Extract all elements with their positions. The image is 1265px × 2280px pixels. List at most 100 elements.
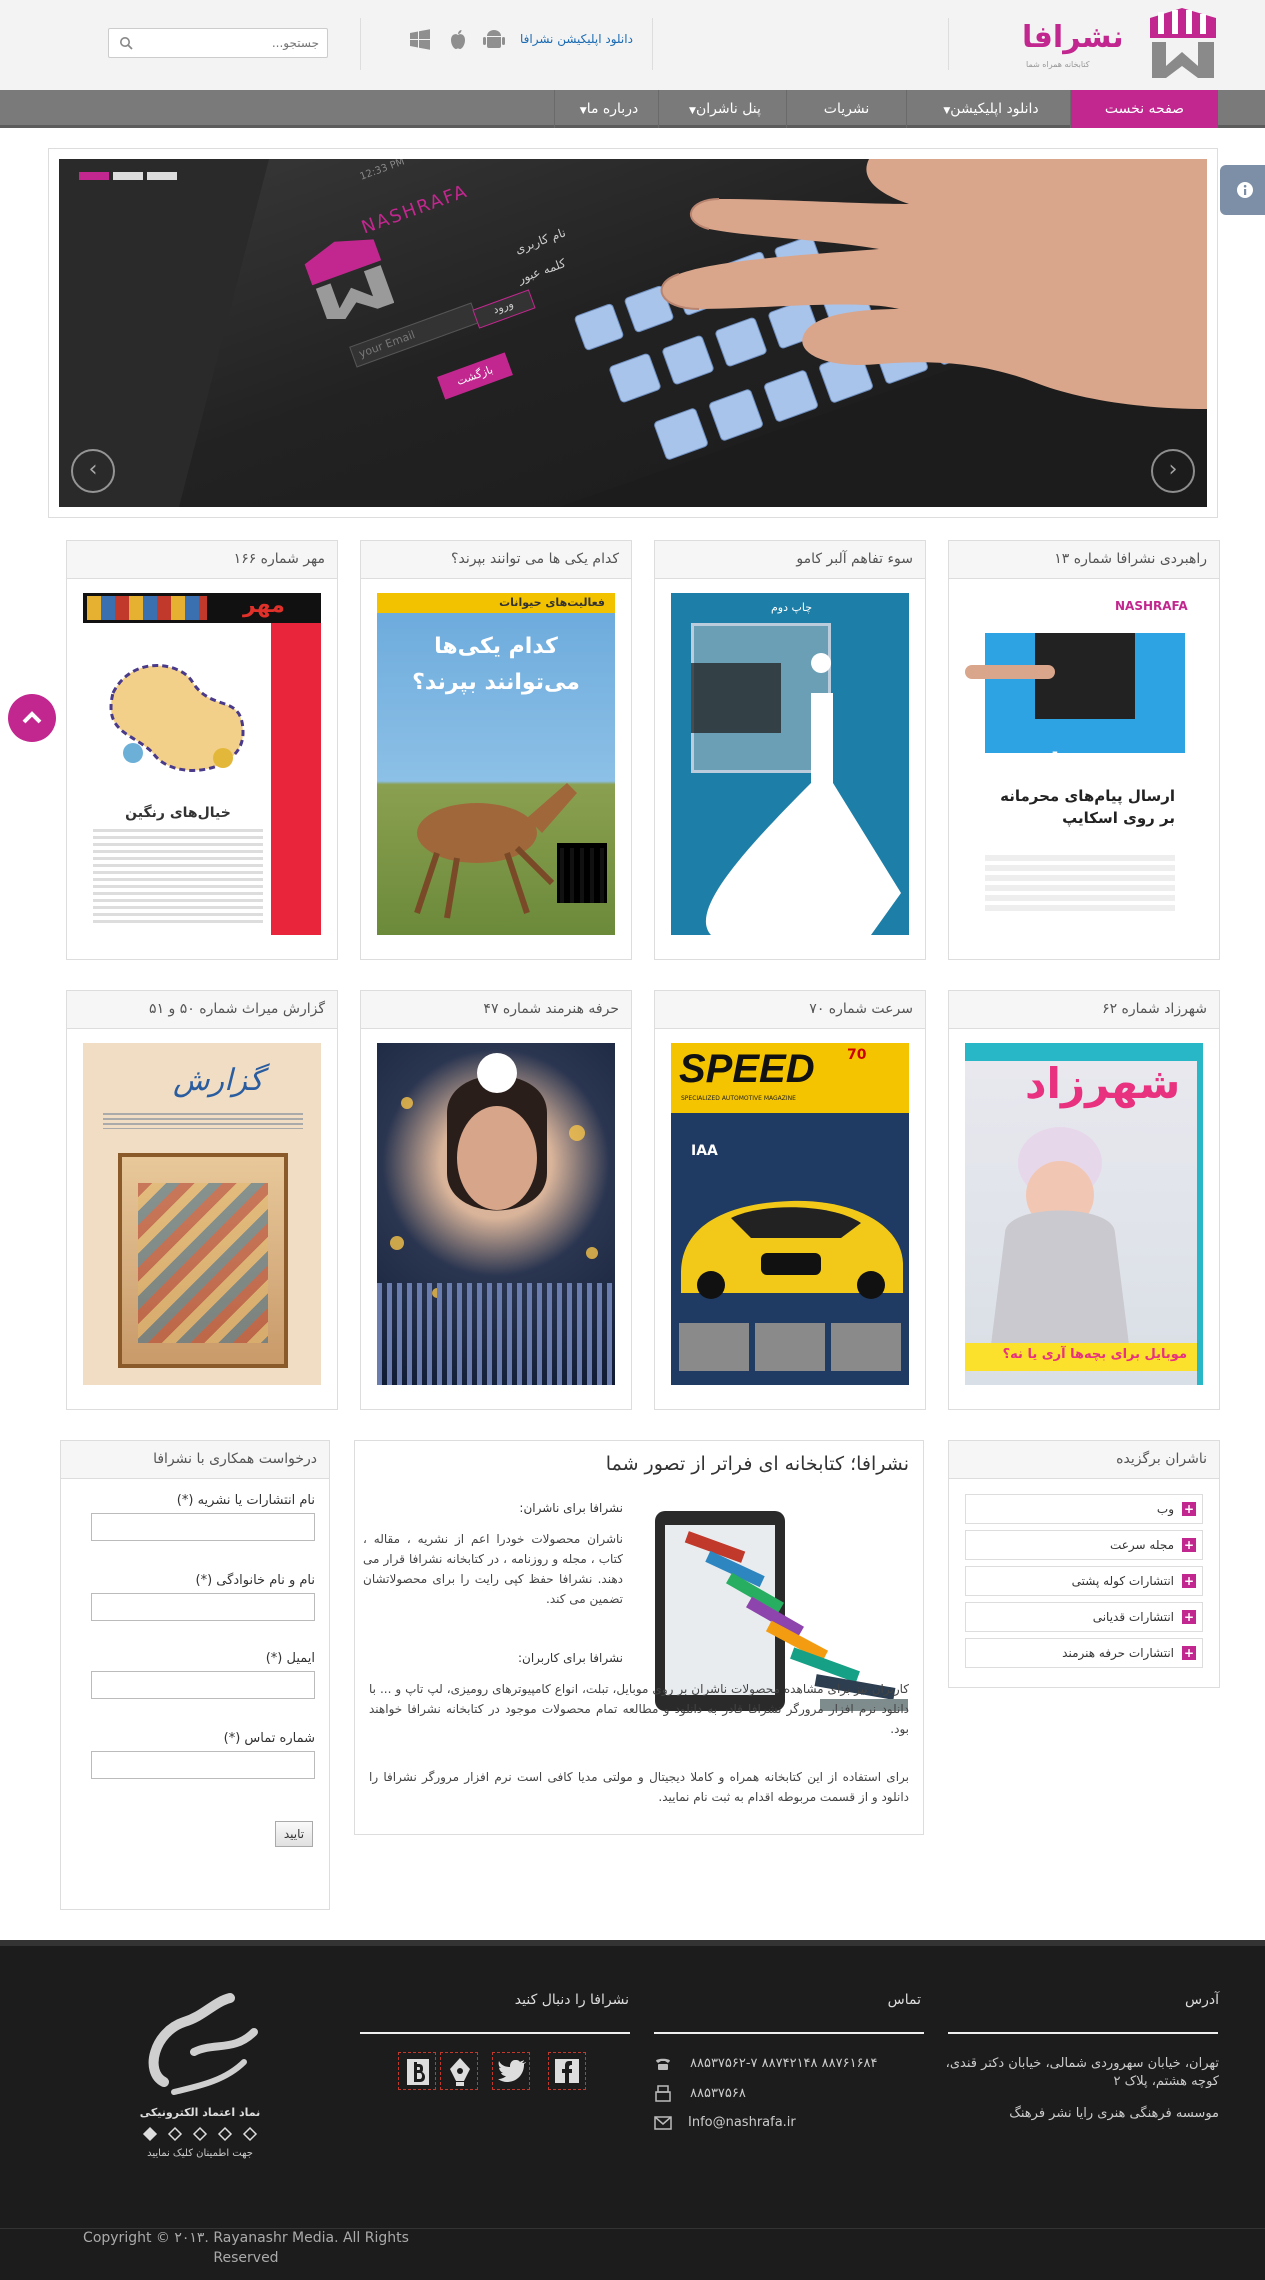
- fax-icon: [655, 2085, 671, 2102]
- blog-icon[interactable]: [398, 2052, 436, 2090]
- slider-dot[interactable]: [79, 172, 109, 180]
- product-cover[interactable]: چاپ دوم: [671, 593, 909, 935]
- users-heading: نشرافا برای کاربران:: [517, 1651, 623, 1665]
- publishers-text: ناشران محصولات خودرا اعم از نشریه ، مقال…: [363, 1532, 623, 1606]
- product-cover[interactable]: NASHRAFA skype ارسال پیام‌های محرمانه بر…: [965, 593, 1203, 935]
- follow-title: نشرافا را دنبال کنید: [514, 1992, 629, 2008]
- search-box: [108, 28, 328, 58]
- email-field[interactable]: [91, 1671, 315, 1699]
- product-card[interactable]: مهر شماره ۱۶۶ مهر خیال‌های رنگین: [66, 540, 338, 960]
- nav-item-about[interactable]: ▼درباره ما: [554, 90, 658, 128]
- product-title[interactable]: حرفه هنرمند شماره ۴۷: [483, 1001, 619, 1017]
- about-title: نشرافا؛ کتابخانه ای فراتر از تصور شما: [605, 1453, 909, 1475]
- enamad-logo-icon: [148, 1993, 258, 2095]
- plus-icon: +: [1182, 1610, 1196, 1624]
- publisher-name-field[interactable]: [91, 1513, 315, 1541]
- site-logo[interactable]: نشرافا کتابخانه همراه شما: [1022, 8, 1220, 80]
- product-title[interactable]: سرعت شماره ۷۰: [809, 1001, 913, 1017]
- nav-item-app-download[interactable]: ▼دانلود اپلیکیشن: [906, 90, 1070, 128]
- card-header: مهر شماره ۱۶۶: [67, 541, 337, 579]
- product-title[interactable]: راهبردی نشرافا شماره ۱۳: [1054, 551, 1207, 567]
- product-card[interactable]: سرعت شماره ۷۰ SPEED 70 SPECIALIZED AUTOM…: [654, 990, 926, 1410]
- box-header: ناشران برگزیده: [949, 1441, 1219, 1479]
- product-cover[interactable]: گزارش: [83, 1043, 321, 1385]
- info-tab[interactable]: [1220, 165, 1265, 215]
- nav-item-home[interactable]: صفحه نخست: [1070, 90, 1218, 128]
- product-card[interactable]: راهبردی نشرافا شماره ۱۳ NASHRAFA skype ا…: [948, 540, 1220, 960]
- twitter-icon[interactable]: [492, 2052, 530, 2090]
- partner-item[interactable]: + انتشارات حرفه هنرمند: [965, 1638, 1203, 1668]
- product-title[interactable]: شهرزاد شماره ۶۲: [1102, 1001, 1207, 1017]
- chevron-up-icon: [22, 711, 42, 724]
- product-title[interactable]: کدام یکی ها می توانند بپرند؟: [451, 551, 619, 567]
- partner-item[interactable]: + انتشارات کوله پشتی: [965, 1566, 1203, 1596]
- product-cover[interactable]: مهر خیال‌های رنگین: [83, 593, 321, 935]
- partner-item[interactable]: + مجله سرعت: [965, 1530, 1203, 1560]
- apple-icon[interactable]: [446, 28, 470, 52]
- partner-item[interactable]: + وب: [965, 1494, 1203, 1524]
- partner-item[interactable]: + انتشارات قدیانی: [965, 1602, 1203, 1632]
- facebook-icon[interactable]: [548, 2052, 586, 2090]
- windows-icon[interactable]: [408, 28, 432, 52]
- footer-divider: [360, 2032, 630, 2034]
- search-icon[interactable]: [119, 36, 133, 50]
- android-icon[interactable]: [482, 28, 506, 52]
- slider-prev-button[interactable]: ‹: [71, 449, 115, 493]
- cover-bottom-text: موبایل برای بچه‌ها آری یا نه؟: [1002, 1347, 1187, 1362]
- cover-text-block: [985, 855, 1175, 915]
- phone-field[interactable]: [91, 1751, 315, 1779]
- address-title: آدرس: [1185, 1992, 1219, 2008]
- product-title[interactable]: گزارش میراث شماره ۵۰ و ۵۱: [149, 1001, 325, 1017]
- cover-sidebar: [271, 623, 321, 935]
- email-link[interactable]: Info@nashrafa.ir: [688, 2115, 796, 2130]
- scroll-top-button[interactable]: [8, 694, 56, 742]
- mail-icon: [654, 2116, 672, 2130]
- product-card[interactable]: سوء تفاهم آلبر کامو چاپ دوم: [654, 540, 926, 960]
- cover-logo: SPEED: [679, 1047, 815, 1091]
- slider-next-button[interactable]: ›: [1151, 449, 1195, 493]
- card-header: گزارش میراث شماره ۵۰ و ۵۱: [67, 991, 337, 1029]
- full-name-field[interactable]: [91, 1593, 315, 1621]
- product-card[interactable]: کدام یکی ها می توانند بپرند؟ فعالیت‌های …: [360, 540, 632, 960]
- contact-title: تماس: [887, 1992, 921, 2008]
- product-card[interactable]: گزارش میراث شماره ۵۰ و ۵۱ گزارش: [66, 990, 338, 1410]
- cover-text-block: [93, 829, 263, 924]
- nav-item-publications[interactable]: نشریات: [786, 90, 906, 128]
- product-cover[interactable]: فعالیت‌های حیوانات کدام یکی‌ها می‌توانند…: [377, 593, 615, 935]
- cover-illustration: [109, 664, 245, 772]
- form-title: درخواست همکاری با نشرافا: [153, 1451, 317, 1467]
- product-title[interactable]: سوء تفاهم آلبر کامو: [796, 551, 913, 567]
- card-header: سوء تفاهم آلبر کامو: [655, 541, 925, 579]
- main-nav: صفحه نخست ▼دانلود اپلیکیشن نشریات ▼پنل ن…: [0, 90, 1265, 128]
- app-download-link[interactable]: دانلود اپلیکیشن نشرافا: [520, 32, 633, 46]
- product-cover[interactable]: SPEED 70 SPECIALIZED AUTOMOTIVE MAGAZINE…: [671, 1043, 909, 1385]
- usage-text: برای استفاده از این کتابخانه همراه و کام…: [369, 1770, 909, 1804]
- product-title[interactable]: مهر شماره ۱۶۶: [234, 551, 325, 567]
- star-rating-icon: [142, 2126, 258, 2142]
- cover-logo: شهرزاد: [1025, 1059, 1181, 1108]
- box-header: درخواست همکاری با نشرافا: [61, 1441, 329, 1479]
- slider-dot[interactable]: [113, 172, 143, 180]
- cover-logo: گزارش: [173, 1063, 264, 1098]
- nav-item-publisher-panel[interactable]: ▼پنل ناشران: [658, 90, 786, 128]
- cover-word: skype: [1035, 748, 1121, 778]
- product-card[interactable]: حرفه هنرمند شماره ۴۷: [360, 990, 632, 1410]
- cover-brand: NASHRAFA: [1115, 599, 1188, 613]
- about-box: نشرافا؛ کتابخانه ای فراتر از تصور شما نش…: [354, 1440, 924, 1835]
- enamad-title: نماد اعتماد الکترونیکی: [139, 2106, 261, 2119]
- cover-portrait-illustration: [377, 1075, 615, 1385]
- site-header: نشرافا کتابخانه همراه شما دانلود اپلیکیش…: [0, 0, 1265, 90]
- submit-button[interactable]: تایید: [275, 1821, 313, 1847]
- pen-icon[interactable]: [440, 2052, 478, 2090]
- caret-down-icon: ▼: [579, 106, 587, 116]
- cover-number: 70: [847, 1047, 867, 1063]
- slider-dot[interactable]: [147, 172, 177, 180]
- header-divider: [652, 18, 653, 70]
- footer-divider: [948, 2032, 1218, 2034]
- slide-logo-icon: [304, 239, 394, 319]
- search-input[interactable]: [139, 33, 319, 53]
- product-cover[interactable]: [377, 1043, 615, 1385]
- enamad-seal[interactable]: نماد اعتماد الکترونیکی جهت اطمینان کلیک …: [130, 1992, 270, 2172]
- product-card[interactable]: شهرزاد شماره ۶۲ شهرزاد موبایل برای بچه‌ه…: [948, 990, 1220, 1410]
- product-cover[interactable]: شهرزاد موبایل برای بچه‌ها آری یا نه؟: [965, 1043, 1203, 1385]
